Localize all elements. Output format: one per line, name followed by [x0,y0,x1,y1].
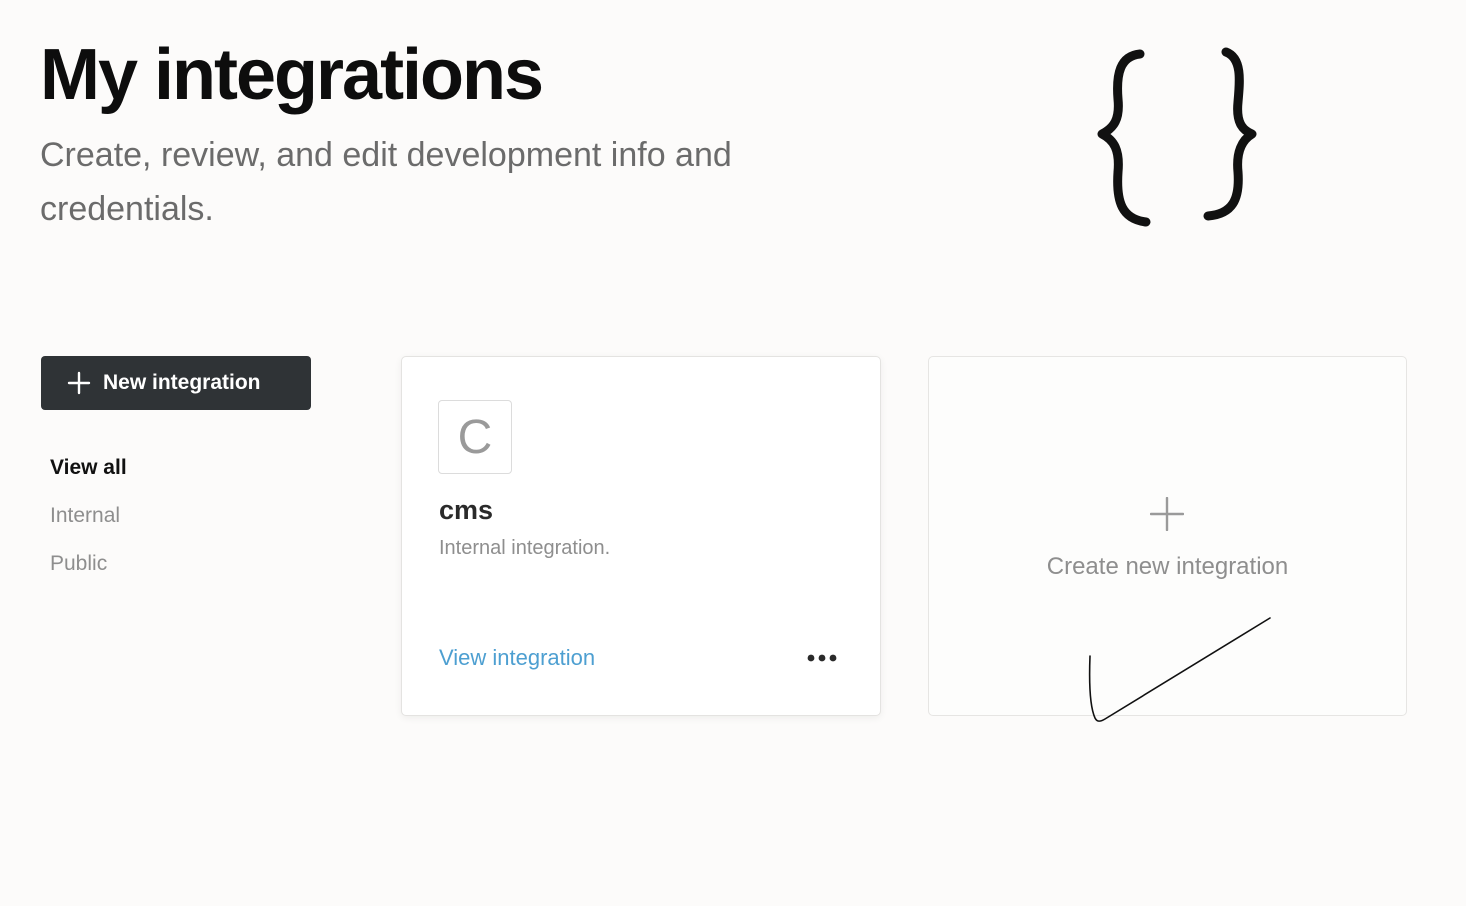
filter-list: View all Internal Public [50,450,127,594]
page-subtitle: Create, review, and edit development inf… [40,136,732,228]
new-integration-button[interactable]: New integration [41,356,311,410]
filter-view-all[interactable]: View all [50,450,127,498]
curly-braces-icon [1097,47,1257,227]
plus-icon [1150,497,1184,531]
create-integration-label: Create new integration [1046,553,1289,580]
page-title: My integrations [40,35,544,115]
plus-icon [67,371,91,395]
more-options-icon[interactable] [802,643,842,673]
view-integration-link[interactable]: View integration [439,645,595,671]
integration-name: cms [439,495,494,525]
integrations-page: My integrations Create, review, and edit… [0,0,1466,906]
integration-description: Internal integration. [439,537,611,559]
filter-internal[interactable]: Internal [50,498,127,546]
filter-public[interactable]: Public [50,546,127,594]
integration-avatar: C [438,400,512,474]
new-integration-label: New integration [103,371,261,394]
integration-card: C cms Internal integration. View integra… [401,356,881,716]
create-integration-card[interactable]: Create new integration [928,356,1407,716]
